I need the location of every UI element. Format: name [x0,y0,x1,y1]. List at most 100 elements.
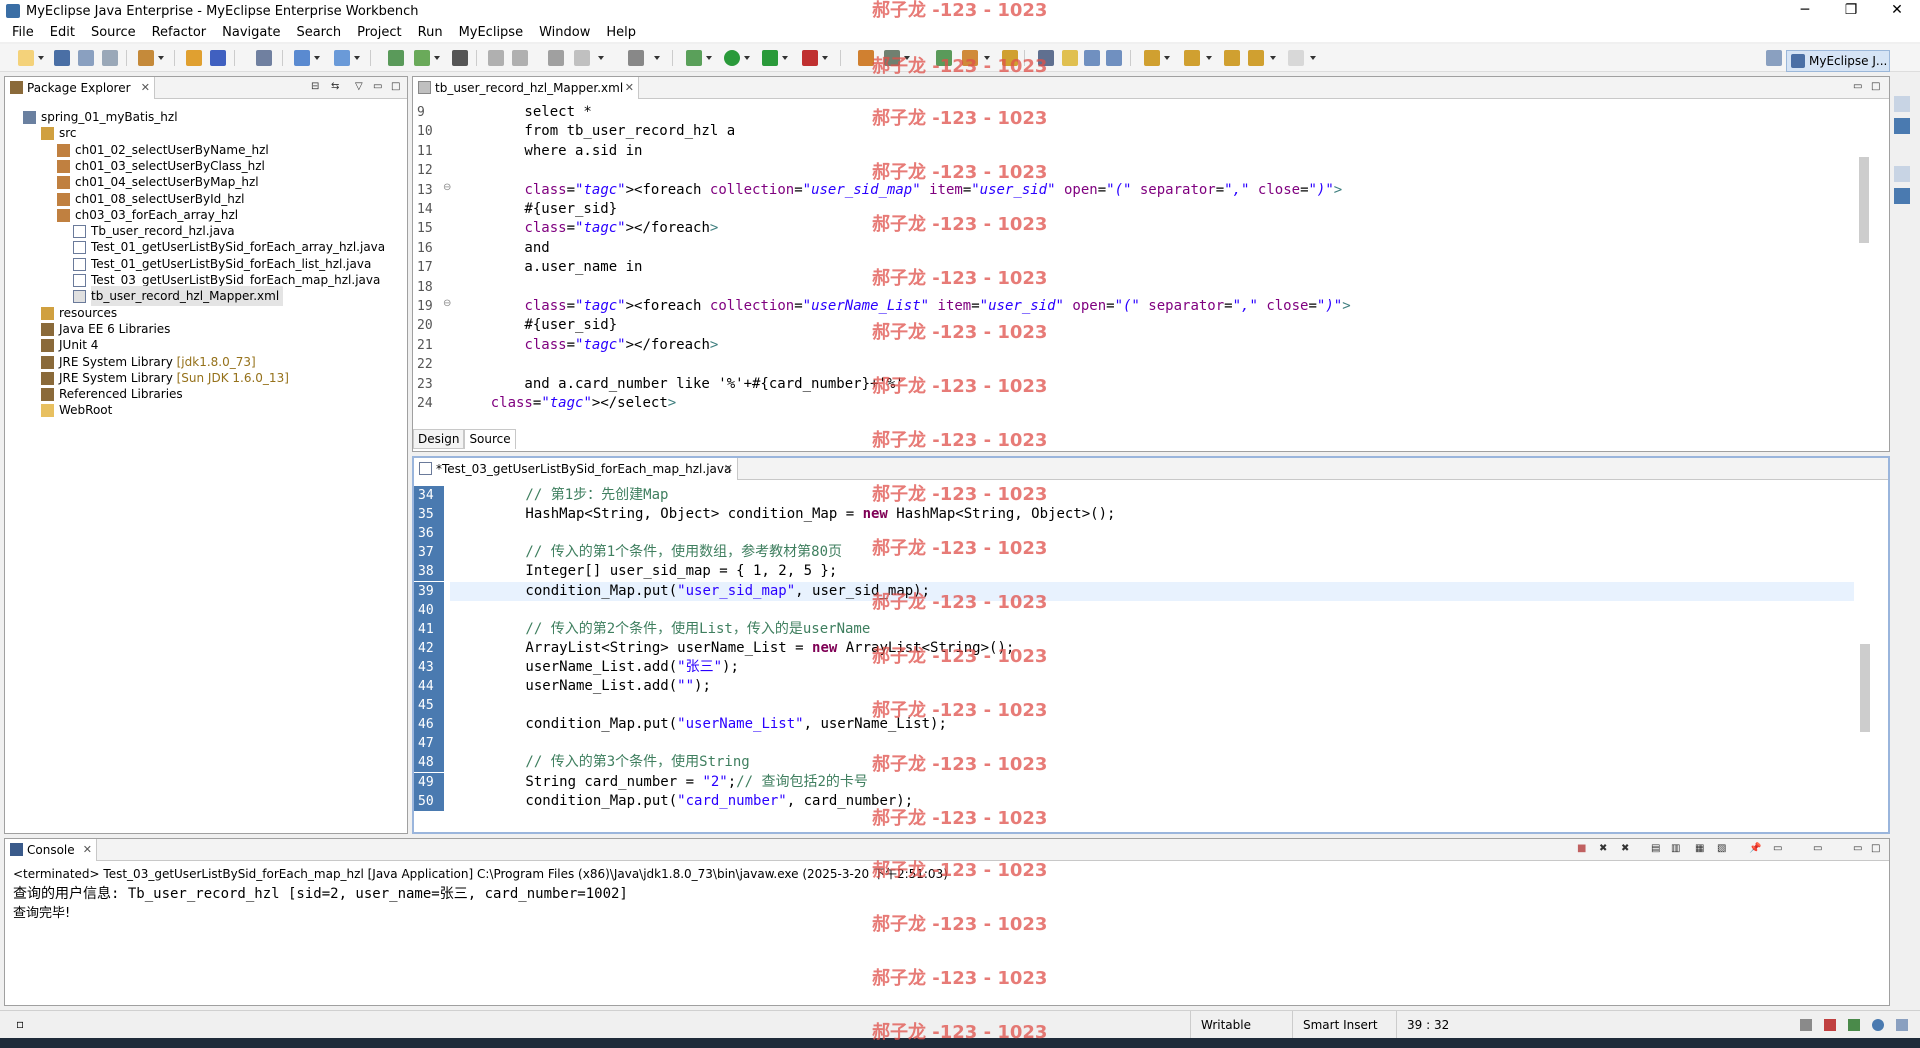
minimize-button[interactable]: ─ [1782,0,1828,22]
highlight-icon[interactable] [1062,50,1078,66]
console-vertical-scrollbar[interactable] [1873,883,1887,987]
history-back-icon[interactable] [488,50,504,66]
properties-view-icon[interactable] [1894,188,1910,204]
menu-help[interactable]: Help [598,25,644,40]
maximize-editor-icon[interactable]: □ [1871,81,1880,92]
menu-window[interactable]: Window [531,25,598,40]
code-line[interactable]: condition_Map.put("userName_List", userN… [458,715,946,734]
new-icon[interactable] [18,50,34,66]
tray-icon[interactable] [1800,1019,1812,1031]
toggle-mark-icon[interactable] [1038,50,1054,66]
menu-search[interactable]: Search [288,25,349,40]
close-icon[interactable]: ✕ [83,839,92,861]
camera-icon[interactable] [628,50,644,66]
minimize-view-icon[interactable]: ▭ [373,81,382,92]
code-line[interactable]: select * [457,103,591,122]
code-line[interactable]: a.user_name in [457,258,642,277]
code-line[interactable]: ArrayList<String> userName_List = new Ar… [458,639,1014,658]
show-on-output-icon[interactable]: ▦ [1695,843,1704,854]
globe-icon[interactable] [452,50,468,66]
code-line[interactable]: condition_Map.put("card_number", card_nu… [458,792,913,811]
search-icon[interactable] [334,50,350,66]
tab-mapper-xml[interactable]: tb_user_record_hzl_Mapper.xml ✕ [413,77,639,99]
tab-design[interactable]: Design [413,429,465,449]
code-line[interactable]: String card_number = "2";// 查询包括2的卡号 [458,773,867,792]
tray-icon[interactable] [1848,1019,1860,1031]
code-line[interactable]: class="tagc"></foreach> [457,219,718,238]
run-external-tools-icon[interactable] [762,50,778,66]
prev-annotation-icon[interactable] [1184,50,1200,66]
print-icon[interactable] [102,50,118,66]
code-line[interactable]: // 传入的第2个条件，使用List，传入的是userName [458,620,870,639]
open-browser-icon[interactable] [256,50,272,66]
scroll-thumb[interactable] [1859,157,1869,243]
open-perspective-button-icon[interactable] [1766,50,1782,66]
code-line[interactable]: // 传入的第3个条件，使用String [458,753,749,772]
forward-icon[interactable] [1288,50,1304,66]
scroll-lock-icon[interactable]: ▥ [1671,843,1680,854]
restore-view-icon[interactable] [1894,96,1910,112]
menu-edit[interactable]: Edit [42,25,83,40]
tab-package-explorer[interactable]: Package Explorer ✕ [5,77,155,99]
close-icon[interactable]: ✕ [141,77,150,99]
scroll-thumb[interactable] [1860,644,1870,732]
tab-console[interactable]: Console ✕ [5,839,97,861]
code-line[interactable]: class="tagc"></foreach> [457,336,718,355]
code-line[interactable]: Integer[] user_sid_map = { 1, 2, 5 }; [458,562,837,581]
tab-source[interactable]: Source [464,429,516,449]
xml-horizontal-scrollbar[interactable] [449,413,1857,427]
code-line[interactable]: userName_List.add("张三"); [458,658,738,677]
close-button[interactable]: ✕ [1874,0,1920,22]
menu-file[interactable]: File [4,25,42,40]
pin-console-icon[interactable]: 📌 [1749,843,1761,854]
back-icon[interactable] [1248,50,1264,66]
menu-myeclipse[interactable]: MyEclipse [451,25,532,40]
show-whitespace-icon[interactable] [1106,50,1122,66]
minimize-view-icon[interactable]: ▭ [1853,843,1862,854]
remove-launch-icon[interactable]: ✖ [1599,843,1607,854]
code-line[interactable]: and [457,239,549,258]
maximize-view-icon[interactable]: □ [391,81,400,92]
view-menu-icon[interactable]: ▽ [355,81,363,92]
terminate-icon[interactable]: ■ [1577,843,1586,854]
xml-vertical-scrollbar[interactable] [1857,103,1871,413]
code-line[interactable]: #{user_sid} [457,316,617,335]
menu-project[interactable]: Project [349,25,409,40]
open-type-icon[interactable] [388,50,404,66]
minimize-editor-icon[interactable]: ▭ [1853,81,1862,92]
new-package-icon[interactable] [858,50,874,66]
maximize-button[interactable]: ❐ [1828,0,1874,22]
tray-icon[interactable] [1824,1019,1836,1031]
java-vertical-scrollbar[interactable] [1858,484,1872,814]
new-web-project-icon[interactable] [138,50,154,66]
menu-run[interactable]: Run [410,25,451,40]
refresh-icon[interactable] [574,50,590,66]
code-line[interactable]: HashMap<String, Object> condition_Map = … [458,505,1115,524]
show-on-error-icon[interactable]: ▧ [1717,843,1726,854]
close-icon[interactable]: ✕ [724,458,733,480]
display-console-icon[interactable]: ▭ [1773,843,1782,854]
package-icon[interactable] [1002,50,1018,66]
menu-refactor[interactable]: Refactor [144,25,215,40]
restore-view-icon[interactable] [1894,166,1910,182]
edit-icon[interactable] [962,50,978,66]
save-icon[interactable] [54,50,70,66]
code-line[interactable]: // 传入的第1个条件，使用数组，参考教材第80页 [458,543,842,562]
java-horizontal-scrollbar[interactable] [450,816,1858,830]
fold-toggle-icon[interactable]: ⊖ [443,298,451,309]
tab-test-java[interactable]: *Test_03_getUserListBySid_forEach_map_hz… [414,458,738,480]
code-line[interactable]: class="tagc"><foreach collection="user_s… [457,181,1342,200]
perspective-switcher[interactable]: MyEclipse J... [1786,50,1890,72]
outline-icon[interactable] [548,50,564,66]
maximize-view-icon[interactable]: □ [1871,843,1880,854]
link-with-editor-icon[interactable]: ⇆ [331,81,339,92]
block-select-icon[interactable] [1084,50,1100,66]
run-icon[interactable] [724,50,740,66]
server-icon[interactable] [210,50,226,66]
last-edit-icon[interactable] [1224,50,1240,66]
new-folder-icon[interactable] [884,50,900,66]
open-console-icon[interactable]: ▭ [1813,843,1822,854]
menu-source[interactable]: Source [83,25,144,40]
xml-code-area[interactable]: 9 select * 10 from tb_user_record_hzl a 11… [413,103,1853,413]
tray-icon[interactable] [1872,1019,1884,1031]
